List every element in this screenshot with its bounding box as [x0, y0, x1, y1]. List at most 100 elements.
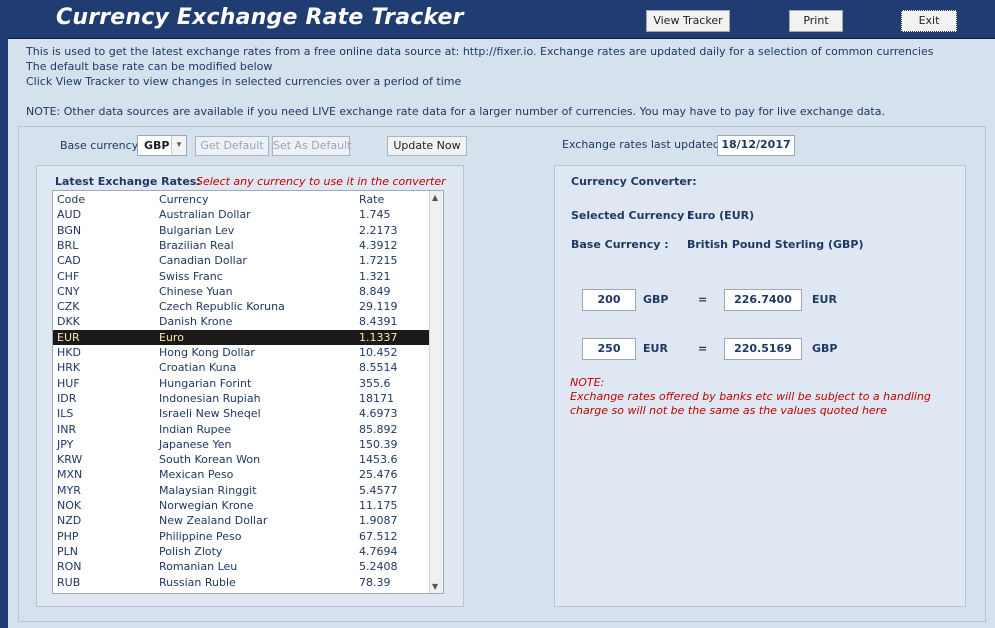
currency-cell: Japanese Yen [159, 437, 232, 451]
code-cell: EUR [57, 330, 80, 344]
exit-button[interactable]: Exit [901, 10, 957, 32]
scroll-down-icon[interactable]: ▼ [432, 582, 438, 591]
currency-list[interactable]: Code Currency Rate AUD Australian Dollar 1.74… [52, 190, 444, 594]
base-currency-label: Base currency [60, 139, 139, 152]
currency-cell: South Korean Won [159, 453, 261, 467]
list-item[interactable]: CNY Chinese Yuan 8.849 [53, 284, 431, 299]
converter-panel [554, 165, 966, 607]
list-item[interactable]: KRW South Korean Won 1453.6 [53, 452, 431, 467]
rate-cell: 8.849 [359, 284, 391, 298]
rate-cell: 10.452 [359, 346, 398, 359]
currency-cell: Euro [159, 330, 184, 344]
converter-note-line-2: charge so will not be the same as the va… [570, 404, 887, 417]
list-item[interactable]: NZD New Zealand Dollar 1.9087 [53, 513, 431, 528]
code-cell: JPY [57, 437, 74, 451]
currency-cell: New Zealand Dollar [159, 514, 268, 528]
print-button[interactable]: Print [789, 10, 843, 32]
to-currency-1: EUR [812, 293, 837, 306]
amount-input-2[interactable]: 250 [582, 338, 636, 360]
rate-cell: 8.5514 [359, 361, 398, 375]
list-item[interactable]: MYR Malaysian Ringgit 5.4577 [53, 483, 431, 498]
chevron-down-icon[interactable]: ▾ [171, 136, 186, 155]
list-item[interactable]: AUD Australian Dollar 1.745 [53, 207, 431, 222]
code-cell: CAD [57, 254, 81, 268]
list-item[interactable]: MXN Mexican Peso 25.476 [53, 467, 431, 482]
currency-cell: Mexican Peso [159, 468, 234, 482]
base-currency-value: GBP [144, 139, 170, 152]
app-title: Currency Exchange Rate Tracker [56, 5, 464, 30]
list-item[interactable]: IDR Indonesian Rupiah 18171 [53, 391, 431, 406]
currency-cell: Currency [159, 193, 209, 206]
currency-cell: Hong Kong Dollar [159, 346, 255, 359]
list-item[interactable]: HRK Croatian Kuna 8.5514 [53, 360, 431, 375]
rates-hint: Select any currency to use it in the con… [196, 175, 446, 188]
list-item[interactable]: CZK Czech Republic Koruna 29.119 [53, 299, 431, 314]
update-now-button[interactable]: Update Now [387, 136, 467, 156]
get-default-button[interactable]: Get Default [195, 136, 269, 156]
rate-cell: 11.20 [359, 590, 391, 593]
rate-cell: 5.2408 [359, 560, 398, 574]
last-updated-label: Exchange rates last updated: [562, 138, 724, 151]
base-currency-conv-value: British Pound Sterling (GBP) [687, 238, 864, 251]
scroll-up-icon[interactable]: ▲ [432, 193, 438, 202]
code-cell: CZK [57, 300, 80, 314]
list-header: Code Currency Rate [53, 192, 431, 207]
to-currency-2: GBP [812, 342, 838, 355]
code-cell: BGN [57, 223, 82, 237]
code-cell: HRK [57, 361, 81, 375]
list-scrollbar[interactable]: ▲ ▼ [429, 191, 443, 593]
currency-cell: Croatian Kuna [159, 361, 237, 375]
base-currency-select[interactable]: GBP ▾ [137, 135, 187, 156]
code-cell: SEK [57, 590, 78, 593]
rate-cell: 150.39 [359, 437, 398, 451]
rate-cell: 29.119 [359, 300, 398, 314]
list-item[interactable]: INR Indian Rupee 85.892 [53, 422, 431, 437]
list-item[interactable]: RUB Russian Ruble 78.39 [53, 575, 431, 590]
list-item[interactable]: PLN Polish Zloty 4.7694 [53, 544, 431, 559]
currency-cell: Bulgarian Lev [159, 223, 235, 237]
info-note: NOTE: Other data sources are available i… [26, 105, 885, 118]
list-item[interactable]: BGN Bulgarian Lev 2.2173 [53, 223, 431, 238]
result-field-2: 220.5169 [724, 338, 802, 360]
converter-note-line-1: Exchange rates offered by banks etc will… [570, 390, 931, 403]
converter-note-title: NOTE: [570, 376, 605, 389]
list-item[interactable]: SEK Swedish Krona 11.20 [53, 590, 431, 593]
list-item[interactable]: RON Romanian Leu 5.2408 [53, 559, 431, 574]
code-cell: MYR [57, 483, 81, 497]
list-item[interactable]: DKK Danish Krone 8.4391 [53, 314, 431, 329]
currency-cell: Romanian Leu [159, 560, 238, 574]
from-currency-2: EUR [643, 342, 668, 355]
list-item[interactable]: NOK Norwegian Krone 11.175 [53, 498, 431, 513]
list-item[interactable]: CHF Swiss Franc 1.321 [53, 269, 431, 284]
list-item[interactable]: HUF Hungarian Forint 355.6 [53, 376, 431, 391]
info-line-1: This is used to get the latest exchange … [26, 45, 934, 58]
set-as-default-button[interactable]: Set As Default [272, 136, 352, 156]
amount-input-1[interactable]: 200 [582, 289, 636, 311]
rate-cell: 4.6973 [359, 407, 398, 421]
code-cell: NZD [57, 514, 82, 528]
rate-cell: 5.4577 [359, 483, 398, 497]
currency-cell: Chinese Yuan [159, 284, 233, 298]
code-cell: PHP [57, 529, 79, 543]
currency-cell: Danish Krone [159, 315, 233, 329]
currency-cell: Swiss Franc [159, 269, 223, 283]
code-cell: AUD [57, 208, 82, 222]
list-item-selected[interactable]: EUR Euro 1.1337 [53, 329, 431, 345]
currency-cell: Swedish Krona [159, 590, 240, 593]
list-item[interactable]: HKD Hong Kong Dollar 10.452 [53, 345, 431, 360]
list-item[interactable]: JPY Japanese Yen 150.39 [53, 437, 431, 452]
list-item[interactable]: PHP Philippine Peso 67.512 [53, 529, 431, 544]
list-item[interactable]: CAD Canadian Dollar 1.7215 [53, 253, 431, 268]
currency-cell: Philippine Peso [159, 529, 242, 543]
rate-cell: 1.9087 [359, 514, 398, 528]
selected-currency-label: Selected Currency : [571, 209, 693, 222]
base-currency-conv-label: Base Currency : [571, 238, 669, 251]
rate-cell: 8.4391 [359, 315, 398, 329]
code-cell: RUB [57, 575, 81, 589]
rate-cell: 4.3912 [359, 238, 398, 252]
view-tracker-button[interactable]: View Tracker [646, 10, 730, 32]
code-cell: RON [57, 560, 82, 574]
list-item[interactable]: ILS Israeli New Sheqel 4.6973 [53, 406, 431, 421]
list-item[interactable]: BRL Brazilian Real 4.3912 [53, 238, 431, 253]
code-cell: Code [57, 193, 86, 206]
